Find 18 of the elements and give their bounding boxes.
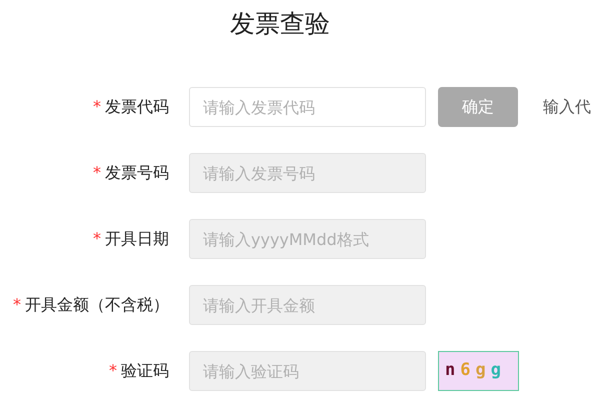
captcha-image[interactable]: n 6 g g xyxy=(438,351,519,391)
field-label: 开具日期 xyxy=(105,228,169,250)
required-mark: * xyxy=(109,360,117,382)
captcha-char: g xyxy=(476,359,486,382)
captcha-char: 6 xyxy=(460,359,470,382)
required-mark: * xyxy=(93,228,101,250)
page-title: 发票查验 xyxy=(229,8,331,40)
hint-text: 输入代 xyxy=(543,96,591,118)
captcha-char: n xyxy=(445,359,456,382)
field-label: 发票号码 xyxy=(105,162,169,184)
field-label: 验证码 xyxy=(121,360,169,382)
required-mark: * xyxy=(93,162,101,184)
field-label: 开具金额（不含税） xyxy=(25,294,169,316)
required-mark: * xyxy=(93,96,101,118)
field-label: 发票代码 xyxy=(105,96,169,118)
captcha-char: g xyxy=(490,359,501,382)
required-mark: * xyxy=(13,294,21,316)
input-field[interactable]: 请输入发票代码 xyxy=(189,87,426,127)
